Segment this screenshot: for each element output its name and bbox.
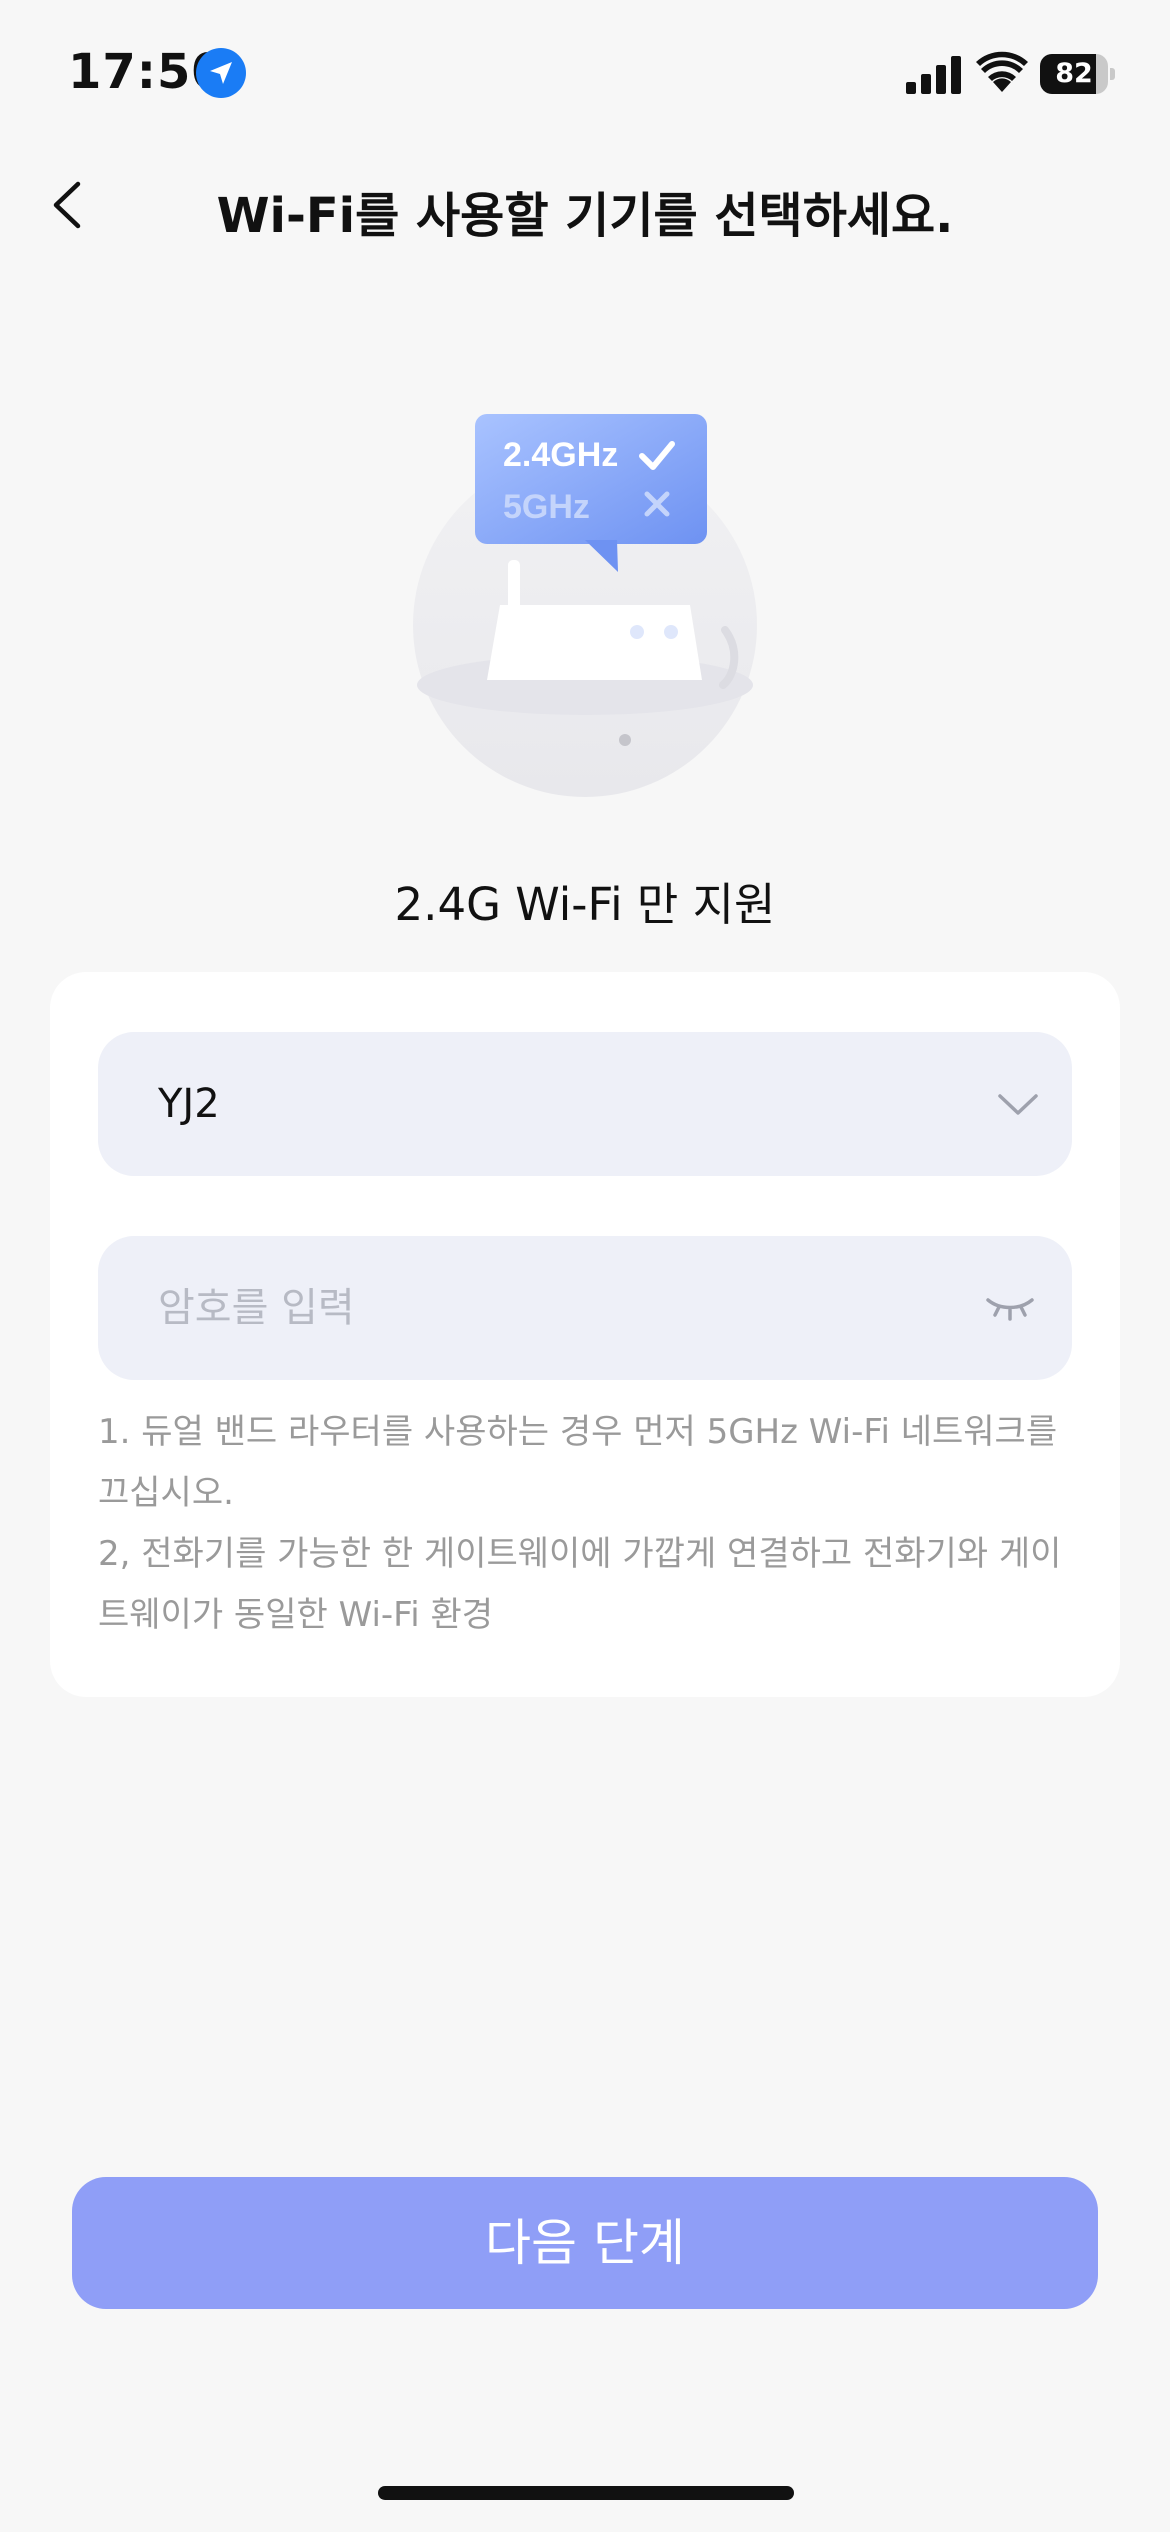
chevron-down-icon[interactable] bbox=[996, 1082, 1040, 1126]
password-input[interactable] bbox=[158, 1236, 958, 1380]
location-arrow-icon bbox=[196, 48, 246, 98]
band-5-label: 5GHz bbox=[503, 488, 590, 526]
battery-text: 82 bbox=[1055, 58, 1093, 89]
eye-closed-icon[interactable] bbox=[984, 1288, 1036, 1328]
band-support-note: 2.4G Wi-Fi 만 지원 bbox=[394, 878, 776, 931]
nav-bar: Wi-Fi를 사용할 기기를 선택하세요. bbox=[0, 150, 1170, 260]
signal-icon bbox=[906, 56, 961, 94]
next-step-button[interactable]: 다음 단계 bbox=[72, 2177, 1098, 2309]
wifi-ssid-select[interactable]: YJ2 bbox=[98, 1032, 1072, 1176]
password-field[interactable] bbox=[98, 1236, 1072, 1380]
home-indicator[interactable] bbox=[378, 2486, 794, 2500]
status-bar: 17:50 82 bbox=[0, 0, 1170, 150]
battery-icon: 82 bbox=[1040, 54, 1115, 94]
battery-tip bbox=[1110, 68, 1115, 80]
back-chevron-icon bbox=[53, 181, 81, 229]
band-24-label: 2.4GHz bbox=[503, 436, 618, 474]
back-button[interactable] bbox=[40, 170, 100, 240]
wifi-form-card: YJ2 1. 듀얼 밴드 라우터를 사용하는 경우 먼저 5GHz Wi-Fi … bbox=[50, 972, 1120, 1697]
ssid-value: YJ2 bbox=[158, 1081, 220, 1127]
battery-body: 82 bbox=[1040, 54, 1108, 94]
wifi-icon bbox=[976, 51, 1028, 92]
screen: 17:50 82 Wi-Fi를 사용할 기기를 선택하세요. 2.4GHz 5G… bbox=[0, 0, 1170, 2532]
router-illustration: 2.4GHz 5GHz bbox=[413, 414, 757, 797]
tip-line-2: 2, 전화기를 가능한 한 게이트웨이에 가깝게 연결하고 전화기와 게이트웨이… bbox=[98, 1534, 1062, 1635]
tips-text: 1. 듀얼 밴드 라우터를 사용하는 경우 먼저 5GHz Wi-Fi 네트워크… bbox=[98, 1402, 1088, 1646]
page-title: Wi-Fi를 사용할 기기를 선택하세요. bbox=[216, 188, 954, 244]
tip-line-1: 1. 듀얼 밴드 라우터를 사용하는 경우 먼저 5GHz Wi-Fi 네트워크… bbox=[98, 1412, 1058, 1513]
